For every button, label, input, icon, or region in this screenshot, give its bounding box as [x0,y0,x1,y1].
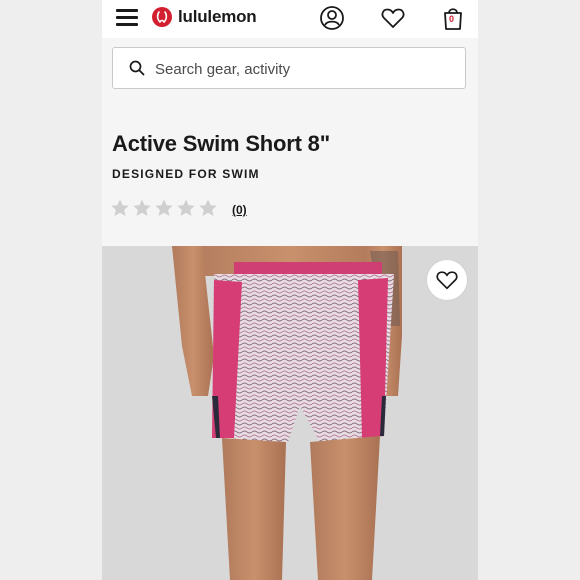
brand-logo[interactable]: lululemon [152,6,257,28]
product-info: Active Swim Short 8" DESIGNED FOR SWIM (… [102,100,478,246]
search-box[interactable] [112,47,466,89]
shopping-bag-icon[interactable]: 0 [440,5,466,31]
heart-icon[interactable] [380,5,406,31]
search-bar-container [102,38,478,100]
lululemon-logo-icon [152,7,172,27]
product-subtitle: DESIGNED FOR SWIM [112,167,260,181]
app-frame: lululemon 0 Search gear, activity Active… [102,0,478,580]
star-empty-icon [111,199,129,216]
heart-outline-icon [436,271,458,290]
brand-name: lululemon [178,7,257,26]
hamburger-menu-icon[interactable] [114,6,140,28]
bag-count-badge: 0 [449,14,455,24]
star-empty-icon [199,199,217,216]
search-icon [129,60,145,76]
account-icon[interactable] [319,5,345,31]
search-input[interactable] [153,56,457,82]
rating-stars [110,198,220,218]
star-empty-icon [177,199,195,216]
swim-short-photo [102,246,478,580]
product-image[interactable] [102,246,478,580]
product-title: Active Swim Short 8" [112,131,330,156]
favorite-button[interactable] [427,260,467,300]
top-header: lululemon 0 [102,0,478,38]
star-empty-icon [133,199,151,216]
review-count-link[interactable]: (0) [232,203,247,217]
star-empty-icon [155,199,173,216]
